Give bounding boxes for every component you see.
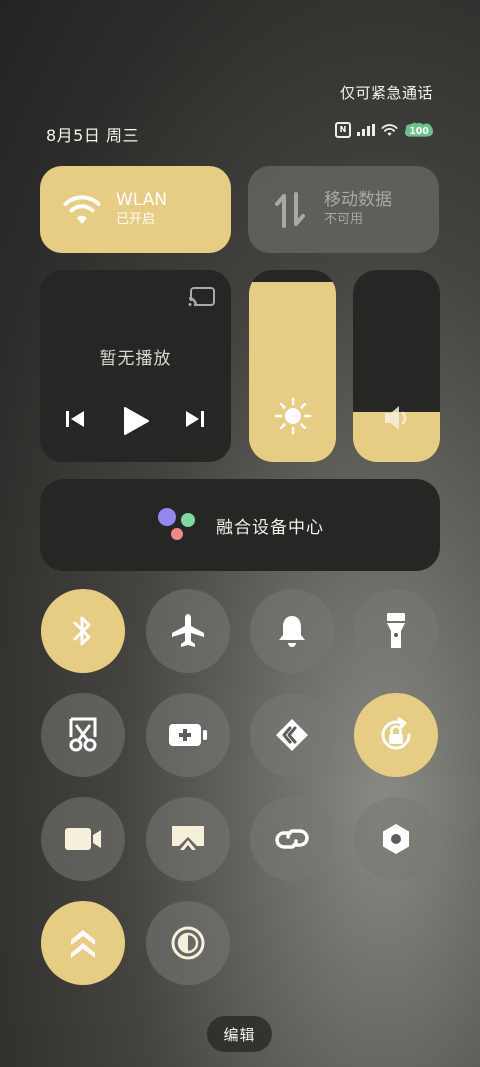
ring-mode-toggle[interactable]	[250, 589, 334, 673]
battery-level-text: 100	[409, 126, 429, 137]
date-text: 8月5日 周三	[46, 126, 139, 145]
play-icon[interactable]	[122, 406, 150, 440]
mobile-data-tile[interactable]: 移动数据 不可用	[248, 166, 439, 253]
mobile-data-arrows-icon	[268, 188, 312, 232]
fusion-device-center-label: 融合设备中心	[216, 517, 324, 538]
battery-saver-toggle[interactable]	[146, 693, 230, 777]
bell-icon	[279, 616, 305, 647]
wifi-icon	[60, 188, 104, 232]
wlan-status: 已开启	[116, 212, 156, 227]
previous-track-icon[interactable]	[64, 408, 86, 434]
flashlight-icon	[387, 613, 405, 648]
hexagon-nut-icon	[383, 824, 409, 854]
rotation-lock-toggle[interactable]	[354, 693, 438, 777]
wifi-status-icon	[381, 123, 398, 136]
bluetooth-toggle[interactable]	[41, 589, 125, 673]
settings-nut-toggle[interactable]	[354, 797, 438, 881]
link-icon	[275, 829, 309, 849]
screen-cast-icon	[172, 826, 204, 850]
contrast-toggle[interactable]	[146, 901, 230, 985]
sun-icon	[249, 396, 336, 436]
wlan-tile[interactable]: WLAN 已开启	[40, 166, 231, 253]
nfc-icon: N	[335, 122, 351, 138]
link-toggle[interactable]	[250, 797, 334, 881]
share-icon	[276, 719, 308, 751]
next-track-icon[interactable]	[184, 408, 206, 434]
bluetooth-icon	[73, 616, 91, 646]
fusion-device-center-card[interactable]: 融合设备中心	[40, 479, 440, 571]
screenshot-toggle[interactable]	[41, 693, 125, 777]
share-toggle[interactable]	[250, 693, 334, 777]
media-title: 暂无播放	[99, 349, 172, 369]
airplane-mode-toggle[interactable]	[146, 589, 230, 673]
flashlight-toggle[interactable]	[354, 589, 438, 673]
performance-mode-toggle[interactable]	[41, 901, 125, 985]
edit-button[interactable]: 编辑	[207, 1016, 272, 1052]
airplane-icon	[172, 614, 204, 647]
battery-icon: 100	[404, 121, 434, 139]
brightness-slider[interactable]	[249, 270, 336, 462]
video-camera-icon	[65, 828, 101, 850]
contrast-icon	[171, 926, 205, 960]
screen-cast-toggle[interactable]	[146, 797, 230, 881]
status-icons: N 100	[335, 121, 434, 139]
speaker-icon	[353, 402, 440, 434]
mobile-data-title: 移动数据	[324, 190, 392, 210]
screenshot-scissors-icon	[69, 717, 97, 752]
emergency-call-only-text: 仅可紧急通话	[339, 84, 433, 102]
volume-slider[interactable]	[353, 270, 440, 462]
battery-saver-icon	[169, 724, 207, 746]
chevrons-up-icon	[71, 930, 95, 958]
wlan-title: WLAN	[116, 190, 168, 210]
mobile-data-status: 不可用	[324, 212, 364, 227]
screen-record-toggle[interactable]	[41, 797, 125, 881]
device-center-dots-icon	[158, 508, 195, 540]
signal-icon	[357, 124, 375, 136]
rotation-lock-icon	[381, 717, 411, 750]
media-player-card[interactable]: 暂无播放	[40, 270, 231, 462]
cast-icon[interactable]	[188, 286, 216, 312]
